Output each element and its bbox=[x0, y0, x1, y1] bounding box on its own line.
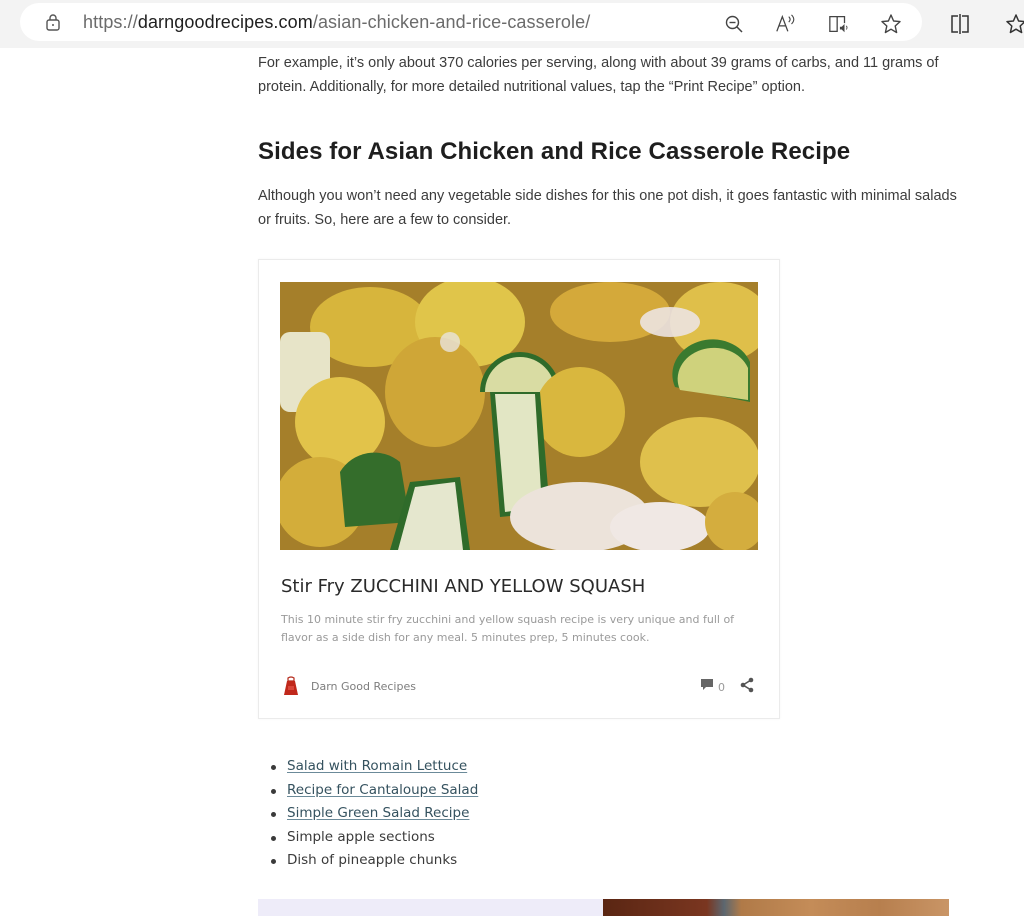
comment-icon[interactable] bbox=[700, 678, 714, 697]
recipe-card-author[interactable]: Darn Good Recipes bbox=[281, 676, 416, 696]
list-item: Recipe for Cantaloupe Salad bbox=[270, 779, 478, 803]
sides-paragraph: Although you won’t need any vegetable si… bbox=[258, 188, 957, 228]
sides-list: Salad with Romain Lettuce Recipe for Can… bbox=[270, 755, 478, 873]
recipe-image[interactable] bbox=[280, 282, 758, 550]
apron-logo-icon bbox=[281, 676, 301, 696]
next-section-panel bbox=[258, 899, 603, 916]
immersive-reader-icon[interactable] bbox=[828, 13, 850, 35]
list-item: Dish of pineapple chunks bbox=[270, 849, 478, 873]
split-screen-icon[interactable] bbox=[949, 13, 971, 35]
side-pineapple-chunks: Dish of pineapple chunks bbox=[287, 852, 458, 869]
recipe-card-description: This 10 minute stir fry zucchini and yel… bbox=[281, 613, 735, 644]
favorites-list-icon[interactable] bbox=[1005, 13, 1024, 35]
list-item: Salad with Romain Lettuce bbox=[270, 755, 478, 779]
lock-icon[interactable] bbox=[44, 13, 62, 31]
next-section-image bbox=[603, 899, 949, 916]
url-text[interactable]: https://darngoodrecipes.com/asian-chicke… bbox=[83, 12, 590, 33]
side-link-cantaloupe-salad[interactable]: Recipe for Cantaloupe Salad bbox=[287, 782, 478, 798]
favorite-star-icon[interactable] bbox=[880, 13, 902, 35]
author-name: Darn Good Recipes bbox=[311, 679, 416, 693]
read-aloud-icon[interactable] bbox=[775, 13, 797, 35]
recipe-card-meta: 0 bbox=[700, 677, 755, 698]
comment-count: 0 bbox=[718, 681, 725, 694]
side-link-green-salad[interactable]: Simple Green Salad Recipe bbox=[287, 805, 469, 821]
recipe-card-title[interactable]: Stir Fry ZUCCHINI AND YELLOW SQUASH bbox=[281, 576, 645, 597]
side-apple-sections: Simple apple sections bbox=[287, 828, 435, 845]
address-bar[interactable]: https://darngoodrecipes.com/asian-chicke… bbox=[20, 3, 922, 41]
section-heading: Sides for Asian Chicken and Rice Cassero… bbox=[258, 138, 851, 165]
url-path: /asian-chicken-and-rice-casserole/ bbox=[312, 12, 591, 32]
url-prefix: https:// bbox=[83, 12, 138, 32]
zucchini-squash-photo bbox=[280, 282, 758, 550]
nutrition-paragraph: For example, it’s only about 370 calorie… bbox=[258, 55, 939, 95]
list-item: Simple apple sections bbox=[270, 826, 478, 850]
list-item: Simple Green Salad Recipe bbox=[270, 802, 478, 826]
recipe-card[interactable]: Stir Fry ZUCCHINI AND YELLOW SQUASH This… bbox=[258, 259, 780, 719]
url-domain: darngoodrecipes.com bbox=[137, 12, 313, 32]
browser-toolbar: https://darngoodrecipes.com/asian-chicke… bbox=[0, 0, 1024, 48]
zoom-out-icon[interactable] bbox=[723, 13, 745, 35]
share-icon[interactable] bbox=[739, 677, 755, 698]
side-link-romaine-salad[interactable]: Salad with Romain Lettuce bbox=[287, 758, 467, 774]
